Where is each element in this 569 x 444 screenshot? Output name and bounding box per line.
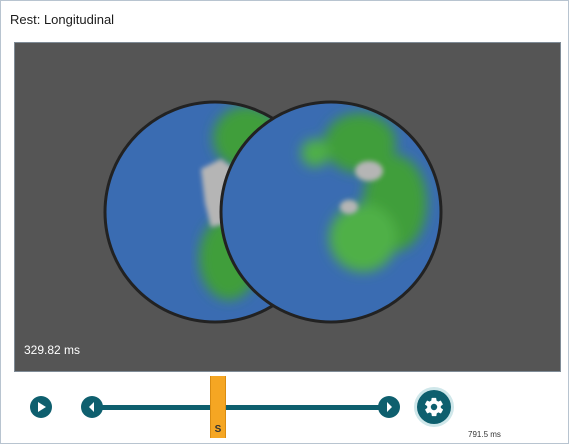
chevron-right-icon xyxy=(387,402,392,412)
chevron-left-icon xyxy=(89,402,94,412)
next-frame-button[interactable] xyxy=(378,396,400,418)
current-time-label: 329.82 ms xyxy=(24,343,81,357)
timeline-marker-label: S xyxy=(214,424,222,435)
right-polar-map xyxy=(219,100,443,324)
timeline-track[interactable] xyxy=(100,405,381,410)
timeline-marker[interactable]: S xyxy=(210,376,227,438)
map-viewport[interactable]: 329.82 ms xyxy=(14,42,561,372)
title-bar: Rest: Longitudinal xyxy=(1,1,568,39)
duration-label: 791.5 ms xyxy=(468,430,501,439)
window-title: Rest: Longitudinal xyxy=(10,12,115,27)
polar-maps xyxy=(103,100,443,324)
gear-icon xyxy=(424,397,444,417)
settings-button[interactable] xyxy=(417,390,451,424)
window: Rest: Longitudinal 329.82 ms S 791.5 ms xyxy=(0,0,569,444)
playback-controls: S 791.5 ms xyxy=(1,371,568,443)
play-button[interactable] xyxy=(30,396,52,418)
play-icon xyxy=(38,402,46,412)
